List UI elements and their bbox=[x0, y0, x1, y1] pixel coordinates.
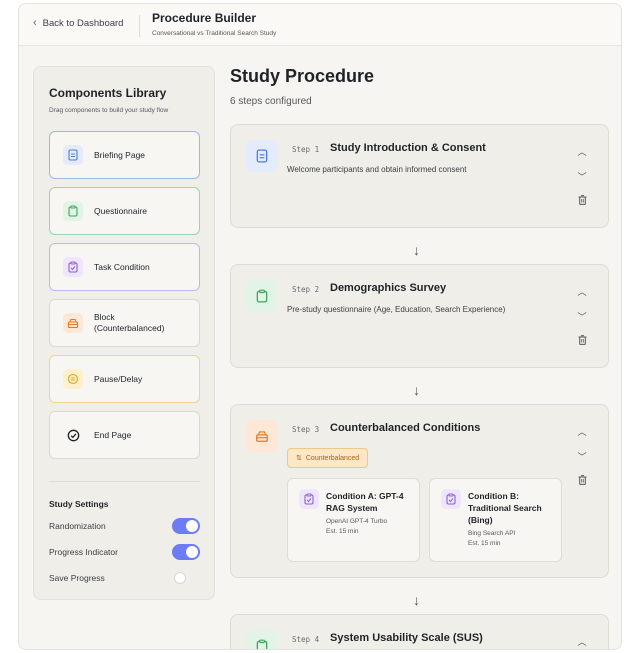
condition-duration: Est. 15 min bbox=[468, 540, 501, 547]
component-questionnaire[interactable]: Questionnaire bbox=[49, 187, 200, 235]
header-divider bbox=[139, 15, 140, 37]
steps-count: 6 steps configured bbox=[230, 96, 312, 107]
clipboard-icon bbox=[246, 280, 278, 312]
component-label: Pause/Delay bbox=[94, 373, 143, 384]
step-title: Counterbalanced Conditions bbox=[330, 422, 481, 434]
back-to-dashboard-link[interactable]: ‹ Back to Dashboard bbox=[33, 17, 123, 29]
layers-icon bbox=[63, 313, 83, 333]
library-subtitle: Drag components to build your study flow bbox=[49, 107, 169, 114]
condition-title: Condition A: GPT-4 RAG System bbox=[326, 491, 404, 513]
setting-progress-indicator: Progress Indicator bbox=[49, 544, 200, 560]
setting-randomization: Randomization bbox=[49, 518, 200, 534]
library-title: Components Library bbox=[49, 86, 167, 100]
check-circle-icon bbox=[63, 425, 83, 445]
header: ‹ Back to Dashboard Procedure Builder Co… bbox=[19, 4, 621, 46]
trash-icon bbox=[578, 195, 586, 205]
component-label: End Page bbox=[94, 429, 132, 440]
step-title: Demographics Survey bbox=[330, 282, 447, 294]
arrow-down-icon: ↓ bbox=[413, 382, 420, 398]
step-number: Step 3 bbox=[292, 425, 320, 434]
component-pause-delay[interactable]: Pause/Delay bbox=[49, 355, 200, 403]
step-title: System Usability Scale (SUS) bbox=[330, 632, 483, 644]
document-icon bbox=[63, 145, 83, 165]
layers-icon bbox=[246, 420, 278, 452]
setting-label: Randomization bbox=[49, 521, 106, 531]
delete-step-button[interactable] bbox=[576, 475, 588, 487]
pause-icon bbox=[63, 369, 83, 389]
condition-card-a[interactable]: Condition A: GPT-4 RAG System OpenAI GPT… bbox=[287, 478, 420, 562]
condition-card-b[interactable]: Condition B: Traditional Search (Bing) B… bbox=[429, 478, 562, 562]
move-up-button[interactable]: ︿ bbox=[576, 145, 588, 158]
delete-step-button[interactable] bbox=[576, 195, 588, 207]
component-label: Task Condition bbox=[94, 261, 150, 272]
condition-duration: Est. 15 min bbox=[326, 528, 359, 535]
component-briefing-page[interactable]: Briefing Page bbox=[49, 131, 200, 179]
trash-icon bbox=[578, 335, 586, 345]
move-up-button[interactable]: ︿ bbox=[576, 635, 588, 648]
clipboard-check-icon bbox=[299, 489, 319, 509]
component-label: Block (Counterbalanced) bbox=[94, 312, 165, 333]
progress-indicator-toggle[interactable] bbox=[172, 544, 200, 560]
badge-label: Counterbalanced bbox=[305, 454, 360, 462]
delete-step-button[interactable] bbox=[576, 335, 588, 347]
setting-save-progress: Save Progress bbox=[49, 570, 200, 586]
setting-label: Save Progress bbox=[49, 573, 105, 583]
arrow-down-icon: ↓ bbox=[413, 242, 420, 258]
clipboard-icon bbox=[63, 201, 83, 221]
condition-model: Bing Search API bbox=[468, 530, 516, 537]
step-card-4[interactable]: Step 4 System Usability Scale (SUS) ︿ bbox=[230, 614, 609, 649]
step-title: Study Introduction & Consent bbox=[330, 142, 486, 154]
counterbalanced-badge: ⇅ Counterbalanced bbox=[287, 448, 369, 468]
step-card-3[interactable]: Step 3 Counterbalanced Conditions ⇅ Coun… bbox=[230, 404, 609, 578]
setting-label: Progress Indicator bbox=[49, 547, 118, 557]
components-library-panel: Components Library Drag components to bu… bbox=[33, 66, 215, 600]
arrow-down-icon: ↓ bbox=[413, 592, 420, 608]
move-down-button[interactable]: ﹀ bbox=[576, 450, 588, 463]
chevron-left-icon: ‹ bbox=[33, 17, 37, 29]
step-description: Welcome participants and obtain informed… bbox=[287, 165, 467, 174]
move-up-button[interactable]: ︿ bbox=[576, 425, 588, 438]
step-number: Step 4 bbox=[292, 635, 320, 644]
step-card-2[interactable]: Step 2 Demographics Survey Pre-study que… bbox=[230, 264, 609, 368]
trash-icon bbox=[578, 475, 586, 485]
study-settings-title: Study Settings bbox=[49, 499, 109, 509]
component-label: Questionnaire bbox=[94, 205, 147, 216]
back-label: Back to Dashboard bbox=[42, 17, 124, 29]
page-title: Procedure Builder bbox=[152, 11, 257, 25]
condition-model: OpenAI GPT-4 Turbo bbox=[326, 518, 388, 525]
document-icon bbox=[246, 140, 278, 172]
component-end-page[interactable]: End Page bbox=[49, 411, 200, 459]
component-task-condition[interactable]: Task Condition bbox=[49, 243, 200, 291]
move-up-button[interactable]: ︿ bbox=[576, 285, 588, 298]
step-card-1[interactable]: Step 1 Study Introduction & Consent Welc… bbox=[230, 124, 609, 228]
step-description: Pre-study questionnaire (Age, Education,… bbox=[287, 305, 506, 314]
step-number: Step 2 bbox=[292, 285, 320, 294]
page-subtitle: Conversational vs Traditional Search Stu… bbox=[152, 30, 277, 37]
library-divider bbox=[49, 481, 200, 482]
randomization-toggle[interactable] bbox=[172, 518, 200, 534]
move-down-button[interactable]: ﹀ bbox=[576, 310, 588, 323]
clipboard-check-icon bbox=[63, 257, 83, 277]
move-down-button[interactable]: ﹀ bbox=[576, 170, 588, 183]
clipboard-icon bbox=[246, 630, 278, 649]
procedure-builder-window: ‹ Back to Dashboard Procedure Builder Co… bbox=[18, 3, 622, 650]
study-procedure-title: Study Procedure bbox=[230, 66, 375, 86]
swap-icon: ⇅ bbox=[296, 455, 302, 462]
step-number: Step 1 bbox=[292, 145, 320, 154]
component-label: Briefing Page bbox=[94, 149, 146, 160]
condition-title: Condition B: Traditional Search (Bing) bbox=[468, 491, 542, 525]
save-progress-toggle[interactable] bbox=[172, 570, 200, 586]
component-block-counterbalanced[interactable]: Block (Counterbalanced) bbox=[49, 299, 200, 347]
clipboard-check-icon bbox=[441, 489, 461, 509]
